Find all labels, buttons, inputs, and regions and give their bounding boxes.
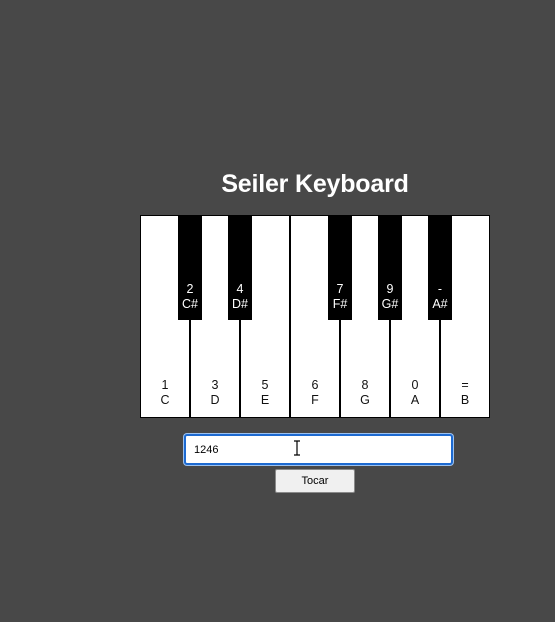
key-note: D#: [232, 297, 248, 311]
key-label: 3 D: [191, 378, 239, 408]
key-label: 2 C#: [178, 282, 202, 312]
key-note: A: [410, 393, 420, 407]
key-label: 6 F: [291, 378, 339, 408]
play-button[interactable]: Tocar: [275, 469, 355, 493]
key-label: 8 G: [341, 378, 389, 408]
key-label: 0 A: [391, 378, 439, 408]
key-label: 7 F#: [328, 282, 352, 312]
key-note: F#: [332, 297, 348, 311]
key-label: = B: [441, 378, 489, 408]
notes-input[interactable]: [184, 434, 453, 465]
black-key-g-sharp[interactable]: 9 G#: [378, 215, 402, 320]
page-title: Seiler Keyboard: [221, 170, 409, 198]
key-shortcut: 5: [261, 378, 269, 392]
key-shortcut: 8: [361, 378, 369, 392]
key-note: G#: [381, 297, 399, 311]
key-shortcut: 4: [236, 282, 244, 296]
black-key-c-sharp[interactable]: 2 C#: [178, 215, 202, 320]
key-label: 9 G#: [378, 282, 402, 312]
key-shortcut: 2: [186, 282, 194, 296]
piano-keyboard: 1 C 3 D 5 E 6 F 8 G 0 A = B 2 C# 4 D# 7 …: [140, 215, 490, 418]
key-shortcut: 6: [311, 378, 319, 392]
key-note: E: [260, 393, 270, 407]
key-note: G: [360, 393, 370, 407]
black-key-a-sharp[interactable]: - A#: [428, 215, 452, 320]
key-label: - A#: [428, 282, 452, 312]
key-note: F: [311, 393, 319, 407]
key-shortcut: 7: [336, 282, 344, 296]
key-label: 1 C: [141, 378, 189, 408]
key-shortcut: -: [437, 282, 443, 296]
black-key-d-sharp[interactable]: 4 D#: [228, 215, 252, 320]
text-cursor-icon: [294, 440, 300, 456]
key-shortcut: 9: [386, 282, 394, 296]
key-label: 4 D#: [228, 282, 252, 312]
key-shortcut: 0: [411, 378, 419, 392]
black-key-f-sharp[interactable]: 7 F#: [328, 215, 352, 320]
key-note: C#: [182, 297, 198, 311]
key-label: 5 E: [241, 378, 289, 408]
key-note: C: [160, 393, 170, 407]
key-shortcut: 3: [211, 378, 219, 392]
key-note: B: [460, 393, 470, 407]
key-note: A#: [432, 297, 448, 311]
key-shortcut: 1: [161, 378, 169, 392]
key-shortcut: =: [461, 378, 469, 392]
key-note: D: [210, 393, 220, 407]
